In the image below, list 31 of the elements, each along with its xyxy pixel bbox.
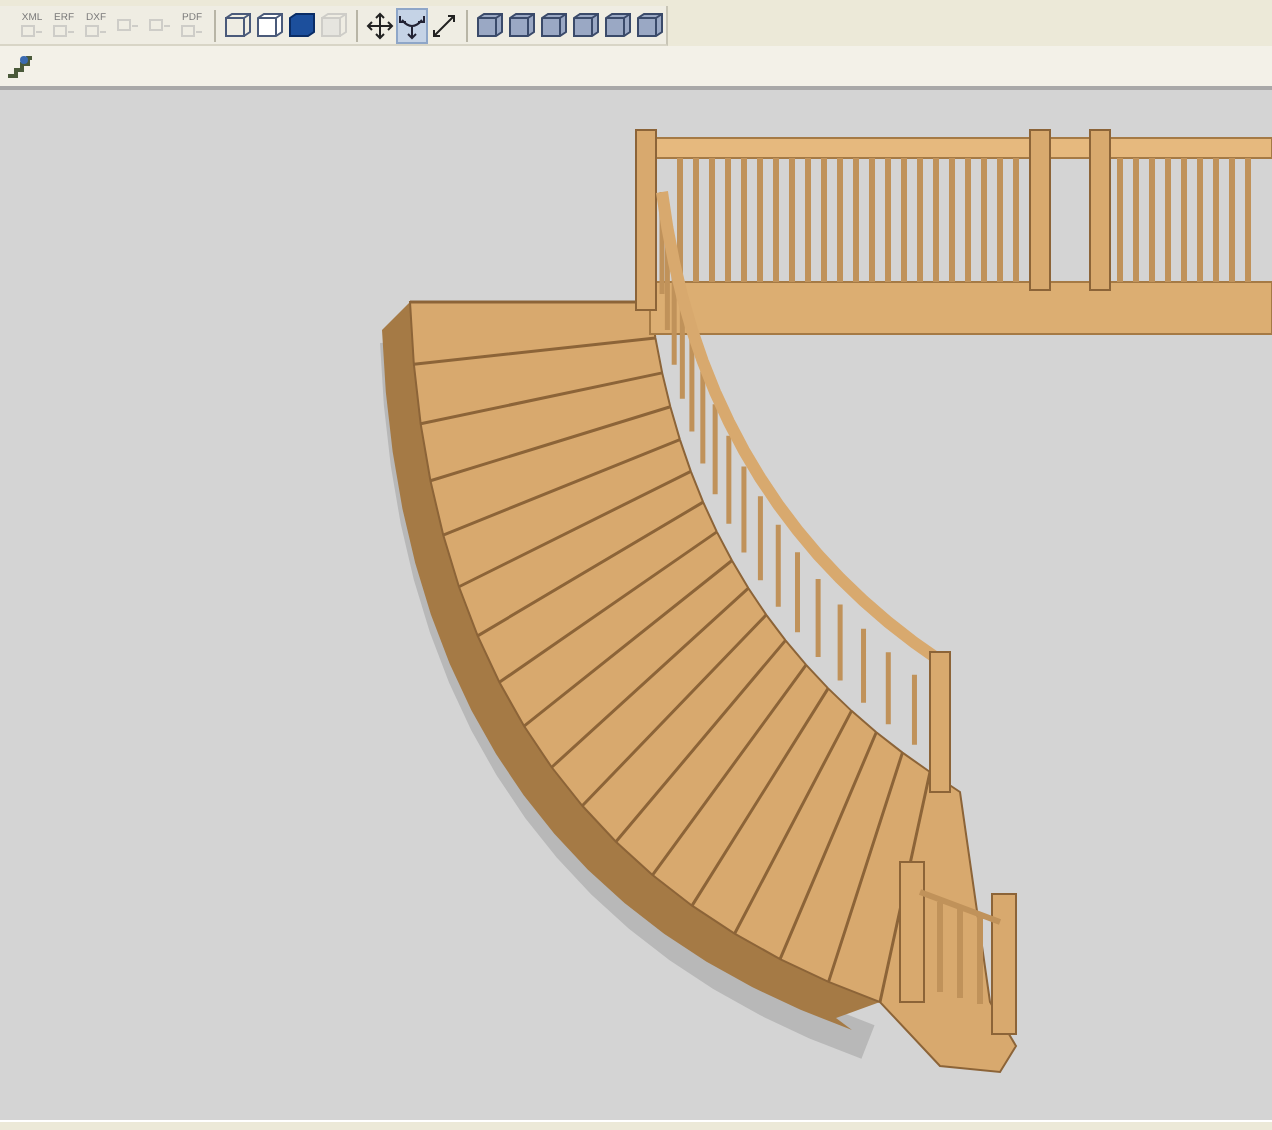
view-tool-button[interactable] (570, 7, 602, 43)
cube-view-icon (604, 11, 632, 39)
cube-view-icon (476, 11, 504, 39)
view-tool-button[interactable] (254, 7, 286, 43)
rotate-icon (398, 11, 426, 39)
view-tool-button[interactable] (602, 7, 634, 43)
export-icon (116, 18, 140, 32)
export-icon (148, 18, 172, 32)
cube-view-icon (636, 11, 664, 39)
wireframe-cube-icon (224, 11, 252, 39)
staircase-tool-icon[interactable] (6, 52, 34, 80)
cube-view-icon (508, 11, 536, 39)
cube-view-icon (540, 11, 568, 39)
view-tool-button[interactable] (364, 7, 396, 43)
move-icon (366, 11, 394, 39)
export-icon (52, 24, 76, 38)
view-tool-button[interactable] (396, 7, 428, 43)
view-tool-button[interactable] (538, 7, 570, 43)
solid-cube-icon (288, 11, 316, 39)
view-tool-button[interactable] (634, 7, 666, 43)
view-tool-button[interactable] (474, 7, 506, 43)
view-tool-button[interactable] (286, 7, 318, 43)
hidden-line-cube-icon (256, 11, 284, 39)
cube-view-icon (572, 11, 600, 39)
export-icon (84, 24, 108, 38)
diagonal-line-icon (430, 11, 458, 39)
view-tool-button[interactable] (222, 7, 254, 43)
export-icon (180, 24, 204, 38)
wireframe-cube-icon (320, 11, 348, 39)
export-icon (20, 24, 44, 38)
view-tool-button[interactable] (506, 7, 538, 43)
